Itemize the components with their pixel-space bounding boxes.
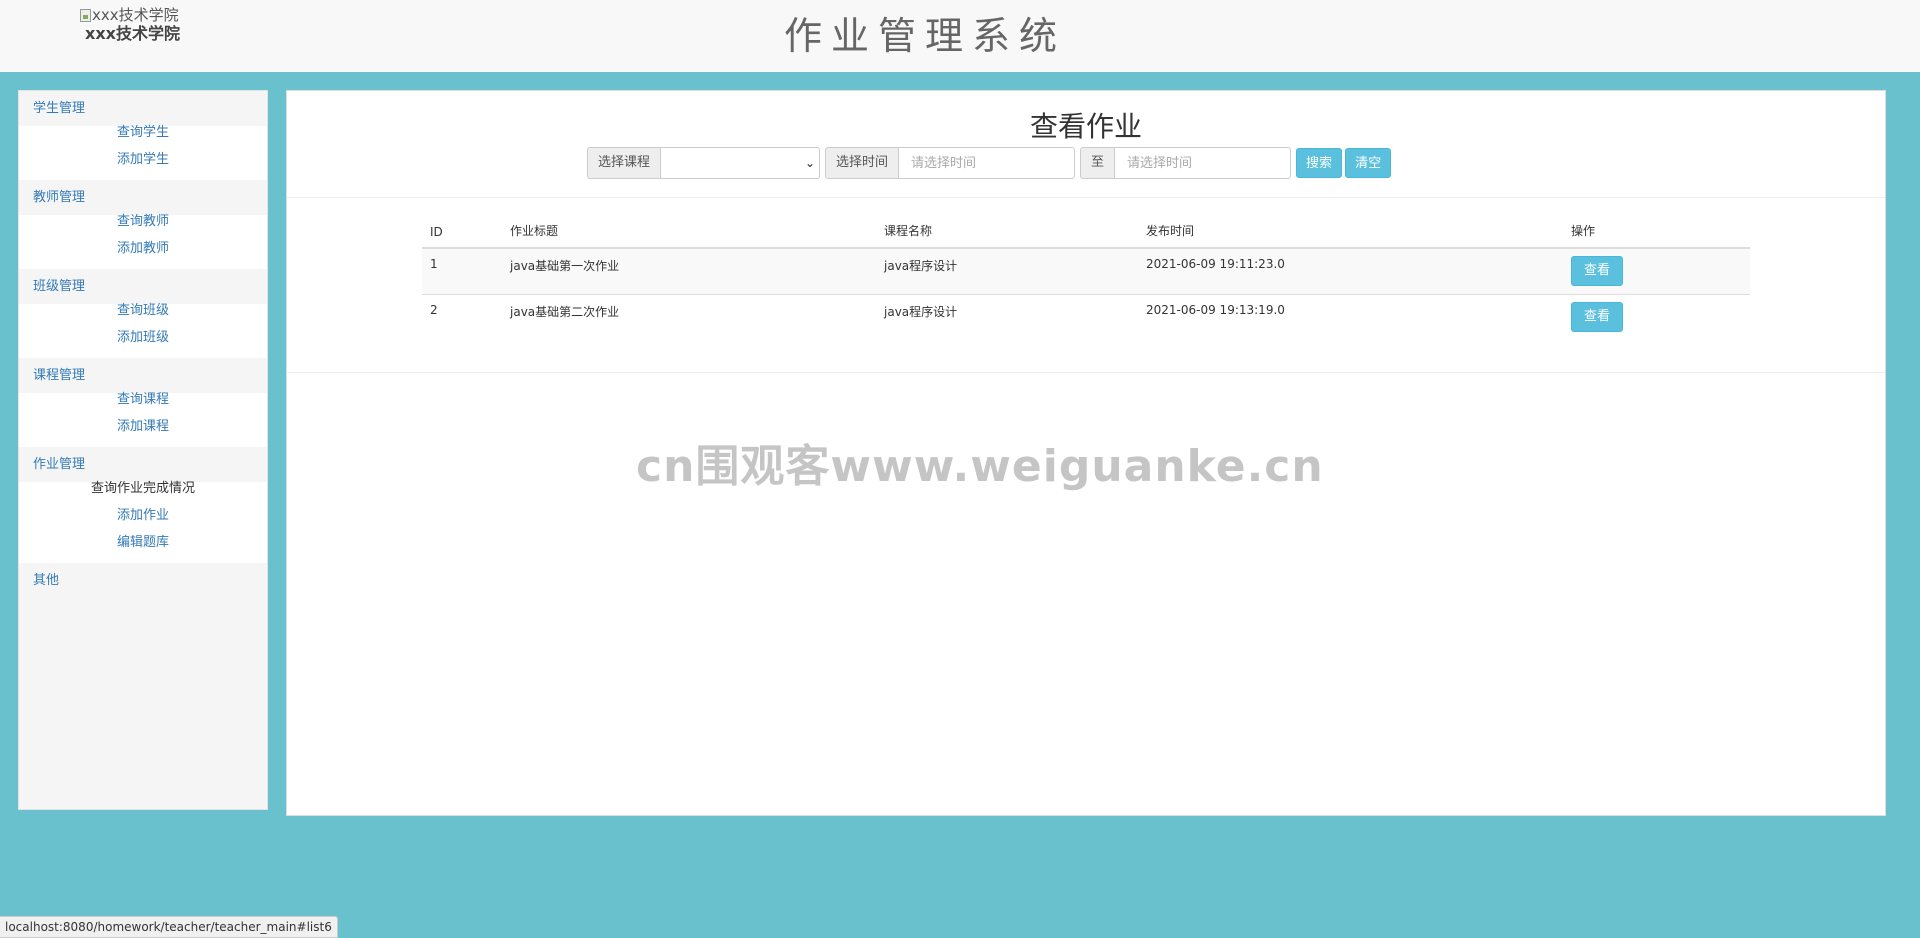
time-select-label: 选择时间 — [825, 147, 899, 179]
column-header-time: 发布时间 — [1138, 216, 1563, 249]
column-header-action: 操作 — [1563, 216, 1750, 249]
sidebar-item-edit-question-bank[interactable]: 编辑题库 — [19, 536, 267, 563]
sidebar-group-other: 其他 — [19, 563, 267, 598]
clear-button[interactable]: 清空 — [1345, 148, 1392, 178]
cell-title: java基础第二次作业 — [502, 294, 876, 340]
sidebar-group-title-student[interactable]: 学生管理 — [19, 91, 267, 126]
page-title: 查看作业 — [1029, 110, 1142, 143]
to-label: 至 — [1080, 147, 1115, 179]
end-time-input[interactable] — [1114, 147, 1292, 179]
watermark-text: cn围观客www.weiguanke.cn — [636, 441, 1324, 492]
sidebar-group-student: 学生管理 查询学生 添加学生 — [19, 91, 267, 180]
sidebar-nav: 学生管理 查询学生 添加学生 教师管理 查询教师 添加教师 班级管理 查询班级 … — [18, 90, 268, 810]
divider-bottom — [287, 372, 1885, 373]
sidebar-item-query-class[interactable]: 查询班级 — [19, 304, 267, 331]
cell-title: java基础第一次作业 — [502, 247, 876, 295]
cell-time: 2021-06-09 19:11:23.0 — [1138, 247, 1563, 295]
sidebar-item-add-homework[interactable]: 添加作业 — [19, 509, 267, 536]
table-row: 1 java基础第一次作业 java程序设计 2021-06-09 19:11:… — [422, 247, 1750, 295]
status-bar-url: localhost:8080/homework/teacher/teacher_… — [0, 916, 338, 938]
chevron-down-icon: ⌄ — [804, 156, 816, 170]
sidebar-group-teacher: 教师管理 查询教师 添加教师 — [19, 180, 267, 269]
cell-time: 2021-06-09 19:13:19.0 — [1138, 294, 1563, 340]
view-button[interactable]: 查看 — [1571, 256, 1624, 286]
sidebar-item-add-student[interactable]: 添加学生 — [19, 153, 267, 180]
sidebar-submenu-student: 查询学生 添加学生 — [19, 126, 267, 180]
course-select-label: 选择课程 — [587, 147, 661, 179]
sidebar-group-title-course[interactable]: 课程管理 — [19, 358, 267, 393]
sidebar-submenu-teacher: 查询教师 添加教师 — [19, 215, 267, 269]
divider-top — [287, 197, 1885, 198]
sidebar-item-query-teacher[interactable]: 查询教师 — [19, 215, 267, 242]
cell-course: java程序设计 — [876, 294, 1138, 340]
view-button[interactable]: 查看 — [1571, 302, 1624, 332]
sidebar-item-add-teacher[interactable]: 添加教师 — [19, 242, 267, 269]
top-header: xxx技术学院 xxx技术学院 作业管理系统 — [0, 0, 1920, 72]
column-header-id: ID — [422, 216, 502, 249]
sidebar-submenu-homework: 查询作业完成情况 添加作业 编辑题库 — [19, 482, 267, 563]
sidebar-item-query-student[interactable]: 查询学生 — [19, 126, 267, 153]
sidebar-submenu-course: 查询课程 添加课程 — [19, 393, 267, 447]
cell-course: java程序设计 — [876, 247, 1138, 295]
table-header-row: ID 作业标题 课程名称 发布时间 操作 — [422, 216, 1750, 249]
cell-action: 查看 — [1563, 247, 1750, 295]
sidebar-group-homework: 作业管理 查询作业完成情况 添加作业 编辑题库 — [19, 447, 267, 563]
search-button[interactable]: 搜索 — [1296, 148, 1343, 178]
cell-id: 1 — [422, 247, 502, 295]
course-select[interactable]: ⌄ — [660, 147, 821, 179]
sidebar-group-class: 班级管理 查询班级 添加班级 — [19, 269, 267, 358]
cell-action: 查看 — [1563, 294, 1750, 340]
sidebar-submenu-class: 查询班级 添加班级 — [19, 304, 267, 358]
sidebar-item-query-homework-completion[interactable]: 查询作业完成情况 — [19, 482, 267, 509]
sidebar-group-title-homework[interactable]: 作业管理 — [19, 447, 267, 482]
table-row: 2 java基础第二次作业 java程序设计 2021-06-09 19:13:… — [422, 294, 1750, 340]
cell-id: 2 — [422, 294, 502, 340]
start-time-input[interactable] — [898, 147, 1076, 179]
homework-table: ID 作业标题 课程名称 发布时间 操作 1 java基础第一次作业 java程… — [422, 216, 1750, 340]
sidebar-item-query-course[interactable]: 查询课程 — [19, 393, 267, 420]
column-header-title: 作业标题 — [502, 216, 876, 249]
sidebar-group-title-other[interactable]: 其他 — [19, 563, 267, 598]
system-title: 作业管理系统 — [783, 14, 1066, 58]
sidebar-group-title-teacher[interactable]: 教师管理 — [19, 180, 267, 215]
sidebar-item-add-class[interactable]: 添加班级 — [19, 331, 267, 358]
column-header-course: 课程名称 — [876, 216, 1138, 249]
sidebar-item-add-course[interactable]: 添加课程 — [19, 420, 267, 447]
search-bar: 选择课程 ⌄ 选择时间 至 搜索 清空 — [587, 147, 1392, 179]
sidebar-group-title-class[interactable]: 班级管理 — [19, 269, 267, 304]
sidebar-group-course: 课程管理 查询课程 添加课程 — [19, 358, 267, 447]
